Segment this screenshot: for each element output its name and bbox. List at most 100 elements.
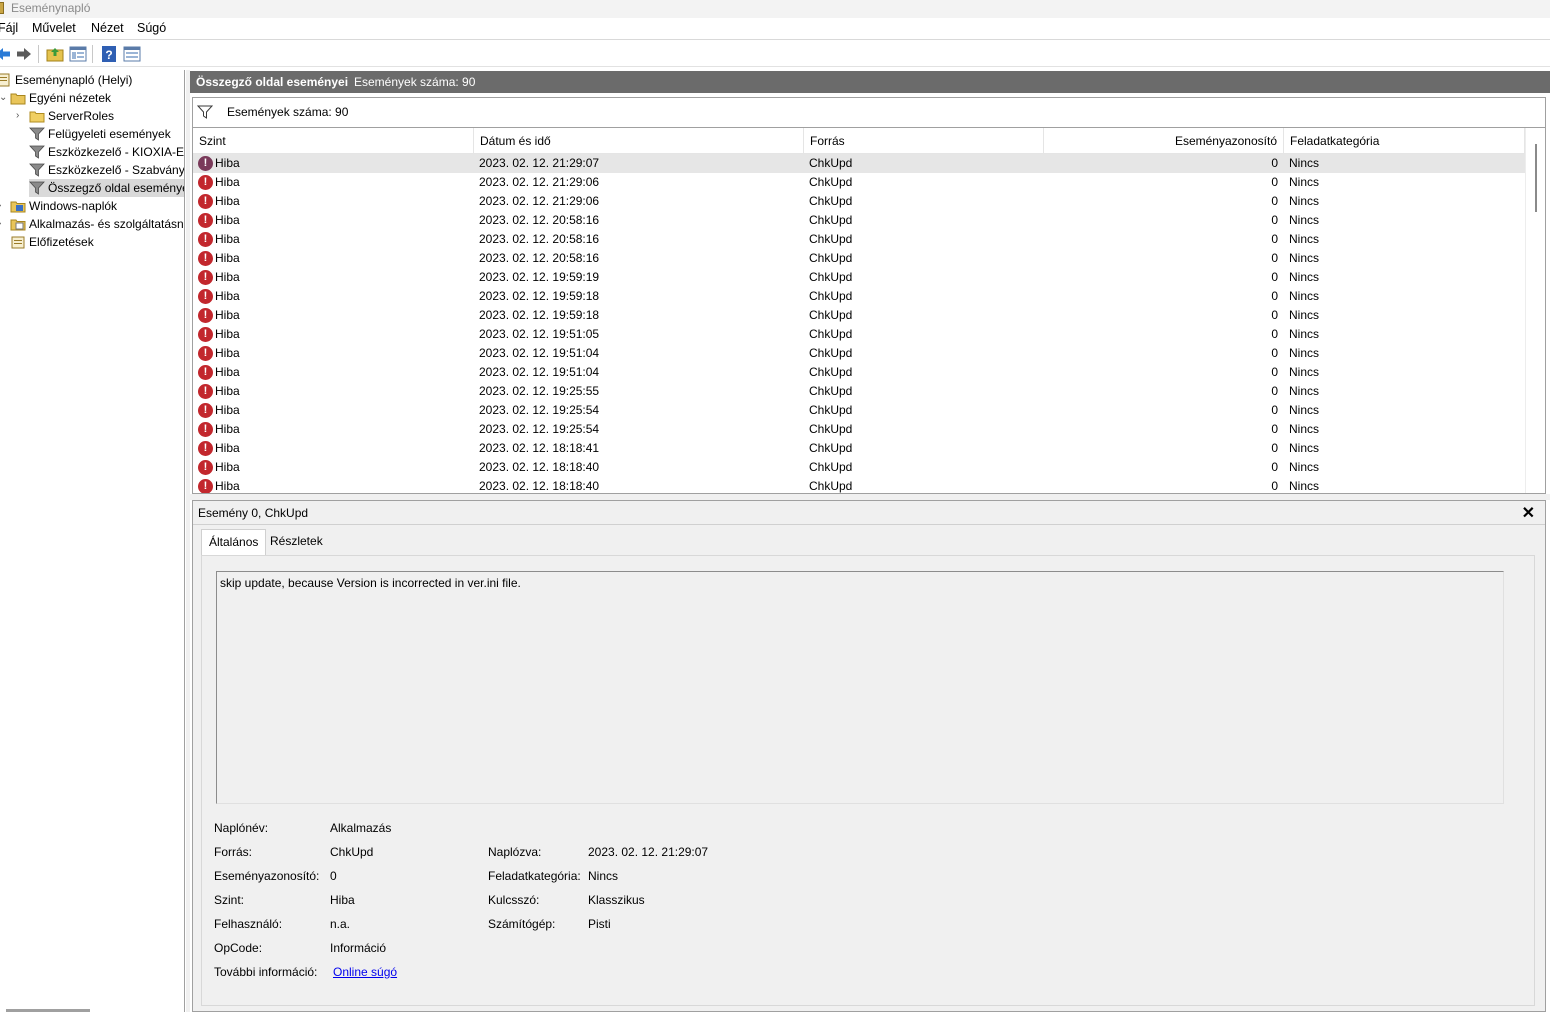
menu-action[interactable]: Művelet: [32, 21, 76, 35]
column-header-source[interactable]: Forrás: [804, 128, 1044, 154]
table-row[interactable]: ! Hiba 2023. 02. 12. 19:59:19 ChkUpd 0 Nincs: [193, 268, 1525, 287]
tree-item-root[interactable]: Eseménynapló (Helyi): [0, 71, 132, 89]
cell-source: ChkUpd: [809, 175, 853, 189]
tree-item-admin-events[interactable]: Felügyeleti események: [29, 125, 171, 143]
filter-icon: [29, 127, 45, 141]
cell-source: ChkUpd: [809, 441, 853, 455]
column-header-task-category[interactable]: Feladatkategória: [1284, 128, 1525, 154]
table-row[interactable]: ! Hiba 2023. 02. 12. 20:58:16 ChkUpd 0 Nincs: [193, 211, 1525, 230]
cell-event-id: 0: [1271, 308, 1278, 322]
folder-up-icon[interactable]: [46, 45, 64, 63]
keyword-label: Kulcsszó:: [488, 893, 540, 907]
menu-file[interactable]: Fájl: [0, 21, 18, 35]
level-value: Hiba: [330, 893, 355, 907]
table-row[interactable]: ! Hiba 2023. 02. 12. 19:51:04 ChkUpd 0 Nincs: [193, 363, 1525, 382]
vertical-splitter[interactable]: [186, 70, 190, 1012]
close-icon[interactable]: ✕: [1522, 503, 1535, 523]
folder-icon: [10, 93, 26, 105]
more-info-label: További információ:: [214, 965, 318, 979]
column-header-event-id[interactable]: Eseményazonosító: [1044, 128, 1284, 154]
cell-date: 2023. 02. 12. 18:18:40: [479, 460, 600, 474]
cell-level: Hiba: [215, 232, 240, 246]
help-icon[interactable]: ?: [100, 45, 118, 63]
tree-item-server-roles[interactable]: ServerRoles: [29, 107, 114, 125]
table-row[interactable]: ! Hiba 2023. 02. 12. 19:25:54 ChkUpd 0 Nincs: [193, 401, 1525, 420]
cell-level: Hiba: [215, 213, 240, 227]
tree-label: Windows-naplók: [29, 199, 118, 213]
table-row[interactable]: ! Hiba 2023. 02. 12. 18:18:40 ChkUpd 0 Nincs: [193, 477, 1525, 493]
cell-source: ChkUpd: [809, 194, 853, 208]
cell-event-id: 0: [1271, 365, 1278, 379]
table-row[interactable]: ! Hiba 2023. 02. 12. 19:51:05 ChkUpd 0 Nincs: [193, 325, 1525, 344]
table-row[interactable]: ! Hiba 2023. 02. 12. 20:58:16 ChkUpd 0 Nincs: [193, 249, 1525, 268]
tab-general[interactable]: Általános: [201, 529, 267, 555]
tree-item-windows-logs[interactable]: Windows-naplók: [10, 197, 117, 215]
table-row[interactable]: ! Hiba 2023. 02. 12. 18:18:41 ChkUpd 0 Nincs: [193, 439, 1525, 458]
filter-icon: [29, 145, 45, 159]
user-value: n.a.: [330, 917, 351, 931]
show-hide-tree-icon[interactable]: [69, 45, 87, 63]
folder-icon: [29, 111, 45, 123]
table-row[interactable]: ! Hiba 2023. 02. 12. 20:58:16 ChkUpd 0 Nincs: [193, 230, 1525, 249]
column-header-level[interactable]: Szint: [193, 128, 474, 154]
cell-level: Hiba: [215, 479, 240, 493]
forward-arrow-icon[interactable]: [15, 45, 33, 63]
table-row[interactable]: ! Hiba 2023. 02. 12. 19:51:04 ChkUpd 0 Nincs: [193, 344, 1525, 363]
error-icon: !: [198, 251, 213, 266]
error-icon: !: [198, 156, 213, 171]
cell-task-category: Nincs: [1289, 365, 1320, 379]
tree-item-app-services[interactable]: Alkalmazás- és szolgáltatásn: [10, 215, 184, 233]
tree-label: Eszközkezelő - KIOXIA-E: [48, 145, 185, 159]
cell-event-id: 0: [1271, 327, 1278, 341]
cell-event-id: 0: [1271, 460, 1278, 474]
tree-item-device-standard[interactable]: Eszközkezelő - Szabványo: [29, 161, 184, 179]
table-row[interactable]: ! Hiba 2023. 02. 12. 18:18:40 ChkUpd 0 Nincs: [193, 458, 1525, 477]
menu-help[interactable]: Súgó: [137, 21, 166, 35]
filter-bar: Események száma: 90: [192, 97, 1546, 127]
cell-date: 2023. 02. 12. 21:29:06: [479, 194, 600, 208]
cell-task-category: Nincs: [1289, 270, 1320, 284]
error-icon: !: [198, 422, 213, 437]
scrollbar-thumb[interactable]: [1535, 144, 1537, 212]
table-row[interactable]: ! Hiba 2023. 02. 12. 19:59:18 ChkUpd 0 Nincs: [193, 287, 1525, 306]
tree-label: Eseménynapló (Helyi): [15, 73, 133, 87]
menu-view[interactable]: Nézet: [91, 21, 124, 35]
column-header-date[interactable]: Dátum és idő: [474, 128, 804, 154]
back-arrow-icon[interactable]: [0, 45, 12, 63]
cell-date: 2023. 02. 12. 19:51:04: [479, 346, 600, 360]
table-row[interactable]: ! Hiba 2023. 02. 12. 21:29:07 ChkUpd 0 Nincs: [193, 154, 1525, 173]
table-row[interactable]: ! Hiba 2023. 02. 12. 19:25:55 ChkUpd 0 Nincs: [193, 382, 1525, 401]
event-message[interactable]: skip update, because Version is incorrec…: [216, 571, 1504, 804]
online-help-link[interactable]: Online súgó: [333, 965, 397, 979]
tree-label: Összegző oldal eseménye: [48, 181, 185, 195]
error-icon: !: [198, 365, 213, 380]
tab-general-content: skip update, because Version is incorrec…: [201, 555, 1535, 1006]
table-row[interactable]: ! Hiba 2023. 02. 12. 19:59:18 ChkUpd 0 Nincs: [193, 306, 1525, 325]
cell-date: 2023. 02. 12. 19:51:05: [479, 327, 600, 341]
error-icon: !: [198, 270, 213, 285]
logged-value: 2023. 02. 12. 21:29:07: [588, 845, 709, 859]
table-row[interactable]: ! Hiba 2023. 02. 12. 21:29:06 ChkUpd 0 Nincs: [193, 192, 1525, 211]
tree-item-subscriptions[interactable]: Előfizetések: [10, 233, 94, 251]
chevron-right-icon[interactable]: ›: [16, 107, 19, 125]
cell-level: Hiba: [215, 289, 240, 303]
tab-details[interactable]: Részletek: [263, 529, 330, 555]
tree-item-custom-views[interactable]: Egyéni nézetek: [10, 89, 111, 107]
chevron-right-icon[interactable]: ›: [0, 215, 1, 233]
chevron-right-icon[interactable]: ›: [0, 197, 1, 215]
tree-item-summary-events[interactable]: Összegző oldal eseménye: [29, 179, 185, 197]
cell-level: Hiba: [215, 175, 240, 189]
cell-event-id: 0: [1271, 403, 1278, 417]
chevron-down-icon[interactable]: ⌄: [0, 89, 7, 107]
table-row[interactable]: ! Hiba 2023. 02. 12. 21:29:06 ChkUpd 0 Nincs: [193, 173, 1525, 192]
cell-date: 2023. 02. 12. 19:59:18: [479, 308, 600, 322]
table-row[interactable]: ! Hiba 2023. 02. 12. 19:25:54 ChkUpd 0 Nincs: [193, 420, 1525, 439]
computer-value: Pisti: [588, 917, 611, 931]
event-log-icon: [0, 73, 10, 87]
tree-item-device-kioxia[interactable]: Eszközkezelő - KIOXIA-E: [29, 143, 184, 161]
properties-pane-icon[interactable]: [123, 45, 141, 63]
cell-source: ChkUpd: [809, 422, 853, 436]
vertical-scrollbar[interactable]: [1525, 128, 1545, 493]
cell-level: Hiba: [215, 327, 240, 341]
cell-source: ChkUpd: [809, 270, 853, 284]
